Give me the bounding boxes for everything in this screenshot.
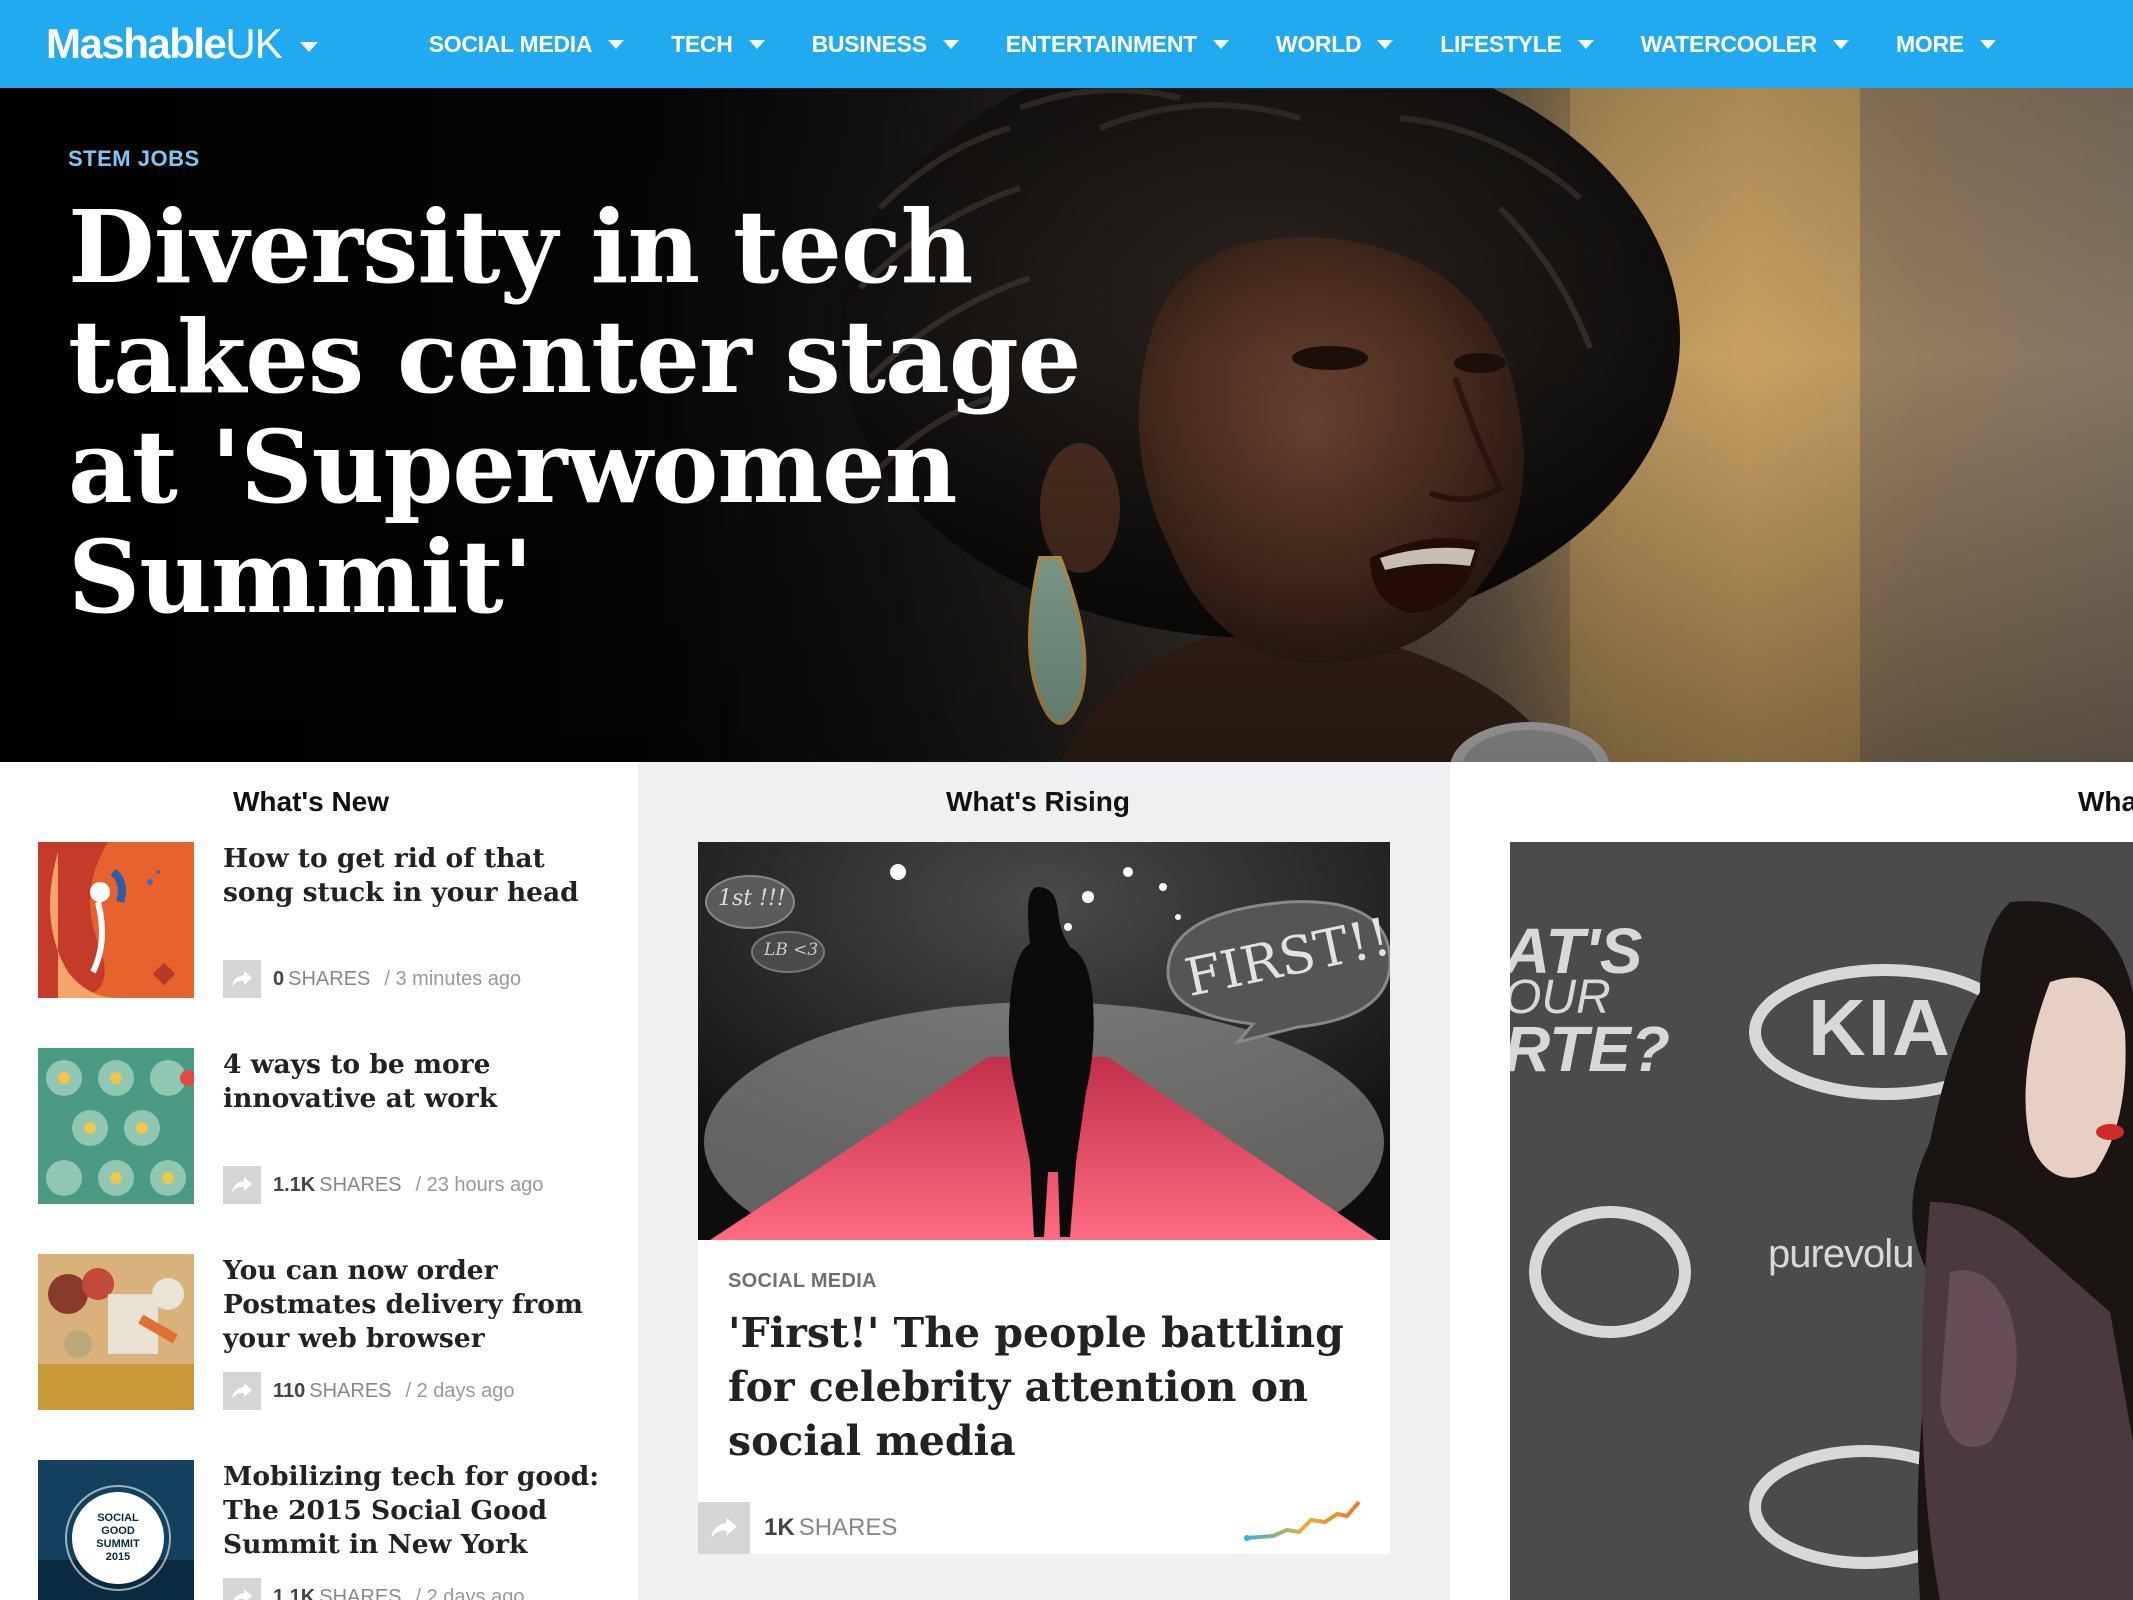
list-item[interactable]: 4 ways to be more innovative at work 1.1… <box>38 1048 618 1208</box>
nav-item-label: MORE <box>1896 30 1964 57</box>
nav-item-world[interactable]: WORLD <box>1275 30 1394 58</box>
logo-brand: Mashable <box>46 20 227 67</box>
nav-item-social-media[interactable]: SOCIAL MEDIA <box>428 30 625 58</box>
backdrop-text-3: RTE? <box>1510 1013 1670 1085</box>
rising-channel-label[interactable]: SOCIAL MEDIA <box>728 1270 877 1293</box>
share-count: 0 <box>273 967 285 990</box>
hero-feature-story[interactable]: STEM JOBS Diversity in tech takes center… <box>0 88 2133 762</box>
shares-label: SHARES <box>319 1585 402 1600</box>
chevron-down-icon <box>1577 39 1594 49</box>
share-arrow-icon[interactable] <box>698 1502 750 1554</box>
article-meta: 1.1K SHARES / 23 hours ago <box>223 1166 543 1204</box>
red-carpet-silhouette-illustration <box>698 842 1390 1240</box>
share-arrow-icon[interactable] <box>223 1578 261 1600</box>
article-title[interactable]: How to get rid of that song stuck in you… <box>223 842 623 910</box>
rising-story-card[interactable]: 1st !!! LB <3 FIRST!! SOCIAL MEDIA 'Firs… <box>698 842 1390 1554</box>
share-count: 1K <box>764 1514 795 1541</box>
whats-new-heading: What's New <box>233 786 390 817</box>
logo-edition: UK <box>225 20 282 67</box>
rising-story-image[interactable]: 1st !!! LB <3 FIRST!! <box>698 842 1390 1240</box>
chevron-down-icon <box>1212 39 1229 49</box>
chevron-down-icon <box>1833 39 1849 49</box>
list-item[interactable]: You can now order Postmates delivery fro… <box>38 1254 618 1414</box>
whats-hot-heading: What's Hot <box>2078 786 2133 817</box>
shares-label: SHARES <box>288 967 371 990</box>
velocity-trend-icon <box>1244 1500 1361 1541</box>
shares-label: SHARES <box>798 1514 898 1541</box>
nav-item-label: BUSINESS <box>811 30 927 57</box>
chevron-down-icon <box>608 39 625 49</box>
section-menu: SOCIAL MEDIA TECH BUSINESS ENTERTAINMENT… <box>429 31 2043 58</box>
song-illustration-icon <box>38 842 194 998</box>
article-meta: 1.1K SHARES / 2 days ago <box>223 1578 524 1600</box>
article-title[interactable]: You can now order Postmates delivery fro… <box>223 1254 623 1356</box>
mashable-logo[interactable]: Mashable UK <box>46 20 318 68</box>
summit-badge-text: SOCIAL GOOD SUMMIT 2015 <box>96 1512 140 1563</box>
article-meta: 110 SHARES / 2 days ago <box>223 1372 514 1410</box>
chevron-down-icon <box>1979 39 1996 49</box>
nav-item-label: TECH <box>671 30 733 57</box>
bubble-text-small-2: LB <3 <box>764 940 819 960</box>
edition-chevron-down-icon[interactable] <box>299 42 318 52</box>
article-thumbnail[interactable] <box>38 1048 194 1204</box>
shares-label: SHARES <box>319 1173 402 1196</box>
hot-story-image[interactable]: AT'S OUR RTE? KIA purevolu <box>1510 842 2133 1600</box>
whats-new-column: What's New How to get rid of that song s… <box>0 762 638 1600</box>
share-arrow-icon[interactable] <box>223 1166 261 1204</box>
nav-item-more[interactable]: MORE <box>1896 31 1996 58</box>
chevron-down-icon <box>942 39 959 49</box>
list-item[interactable]: How to get rid of that song stuck in you… <box>38 842 618 1002</box>
whats-rising-column: What's Rising 1st !!! LB <3 FIRST!! SOCI… <box>638 762 1450 1600</box>
nav-item-label: ENTERTAINMENT <box>1005 30 1197 57</box>
rising-story-meta: 1K SHARES <box>698 1502 897 1554</box>
chevron-down-icon <box>1377 39 1394 49</box>
nav-item-lifestyle[interactable]: LIFESTYLE <box>1440 30 1594 58</box>
whats-hot-column: What's Hot AT'S OUR RTE? KIA purevolu <box>1450 762 2133 1600</box>
nav-item-label: LIFESTYLE <box>1440 30 1562 57</box>
share-arrow-icon[interactable] <box>223 960 261 998</box>
kia-logo-text: KIA <box>1808 983 1952 1072</box>
share-count: 1.1K <box>273 1585 316 1600</box>
article-thumbnail[interactable] <box>38 1254 194 1410</box>
article-title[interactable]: Mobilizing tech for good: The 2015 Socia… <box>223 1460 623 1562</box>
nav-item-label: WATERCOOLER <box>1640 30 1818 57</box>
share-arrow-icon[interactable] <box>223 1372 261 1410</box>
timestamp: / 23 hours ago <box>415 1173 544 1196</box>
nav-item-business[interactable]: BUSINESS <box>812 31 959 58</box>
purevolume-logo-text: purevolu <box>1768 1232 1914 1276</box>
article-thumbnail[interactable]: SOCIAL GOOD SUMMIT 2015 <box>38 1460 194 1600</box>
hero-headline[interactable]: Diversity in tech takes center stage at … <box>68 192 1128 632</box>
article-title[interactable]: 4 ways to be more innovative at work <box>223 1048 623 1116</box>
top-navigation-bar: Mashable UK SOCIAL MEDIA TECH BUSINESS E… <box>0 0 2133 88</box>
article-meta: 0 SHARES / 3 minutes ago <box>223 960 521 998</box>
groceries-photo-icon <box>38 1254 194 1410</box>
timestamp: / 2 days ago <box>415 1585 525 1600</box>
shares-label: SHARES <box>309 1379 392 1402</box>
nav-item-entertainment[interactable]: ENTERTAINMENT <box>1006 31 1229 58</box>
article-thumbnail[interactable] <box>38 842 194 998</box>
lightbulb-pattern-icon <box>38 1048 194 1204</box>
timestamp: / 3 minutes ago <box>384 967 522 990</box>
whats-rising-heading: What's Rising <box>946 786 1130 817</box>
share-count: 1.1K <box>273 1173 316 1196</box>
share-count: 110 <box>273 1379 306 1402</box>
chevron-down-icon <box>748 39 765 49</box>
timestamp: / 2 days ago <box>405 1379 515 1402</box>
hero-channel-label[interactable]: STEM JOBS <box>68 146 200 172</box>
nav-item-label: SOCIAL MEDIA <box>428 30 593 57</box>
bubble-text-small-1: 1st !!! <box>718 886 786 911</box>
nav-item-label: WORLD <box>1275 30 1362 57</box>
list-item[interactable]: SOCIAL GOOD SUMMIT 2015 Mobilizing tech … <box>38 1460 618 1600</box>
rising-story-title[interactable]: 'First!' The people battling for celebri… <box>728 1306 1368 1468</box>
nav-item-watercooler[interactable]: WATERCOOLER <box>1641 31 1849 58</box>
nav-item-tech[interactable]: TECH <box>671 30 765 58</box>
